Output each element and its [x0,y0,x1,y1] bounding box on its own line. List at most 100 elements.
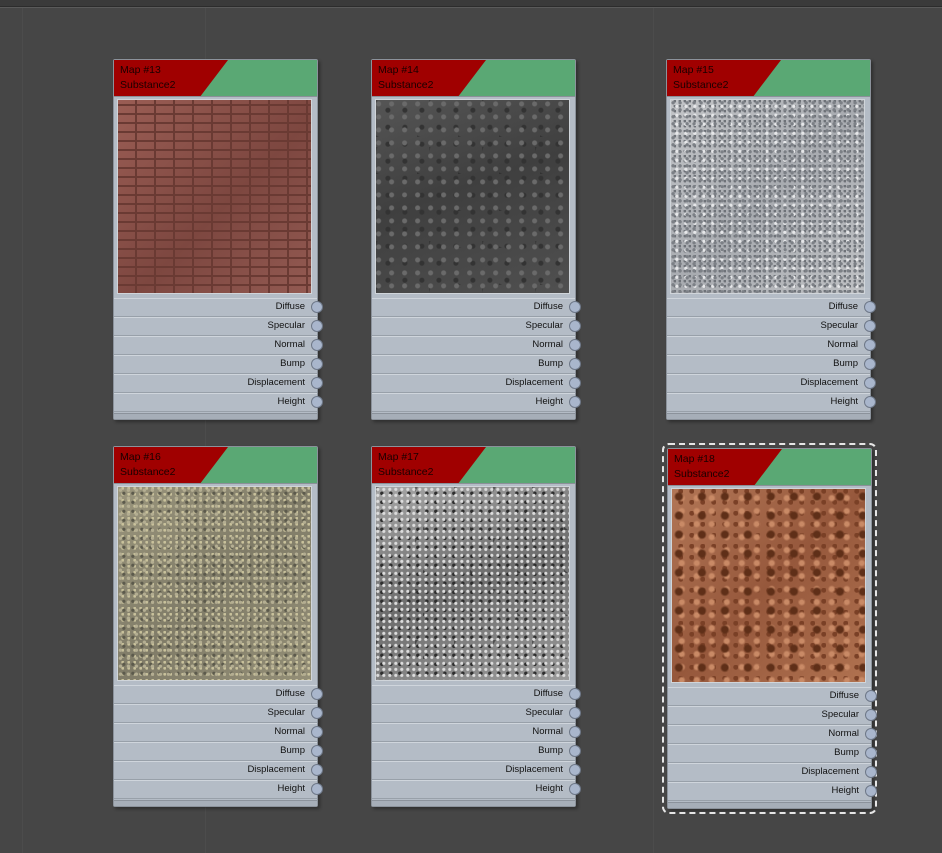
output-slots: Diffuse Specular Normal Bump Displacemen… [372,685,581,800]
substance-map-node[interactable]: Map #16 Substance2 Diffuse Specular Norm… [113,446,323,807]
slot-label: Displacement [247,377,305,388]
output-slot-height: Height [372,393,581,412]
output-port-height[interactable] [865,785,877,797]
canvas-grid-line [653,8,654,853]
node-title: Map #13 [120,64,161,76]
node-footer [114,800,317,806]
slot-label: Displacement [505,377,563,388]
output-port-normal[interactable] [311,339,323,351]
output-port-normal[interactable] [311,726,323,738]
output-slot-diffuse: Diffuse [668,687,877,706]
node-subtitle: Substance2 [673,79,729,91]
node-title: Map #16 [120,451,161,463]
output-slot-diffuse: Diffuse [372,685,581,704]
output-port-displacement[interactable] [865,766,877,778]
output-port-specular[interactable] [569,320,581,332]
output-port-specular[interactable] [864,320,876,332]
node-subtitle: Substance2 [120,466,176,478]
output-port-specular[interactable] [865,709,877,721]
output-slot-bump: Bump [372,355,581,374]
node-header[interactable]: Map #17 Substance2 [372,447,575,484]
slot-label: Specular [525,707,564,718]
output-slots: Diffuse Specular Normal Bump Displacemen… [114,685,323,800]
slot-label: Normal [274,339,305,350]
output-slots: Diffuse Specular Normal Bump Displacemen… [667,298,876,413]
output-port-bump[interactable] [865,747,877,759]
output-port-displacement[interactable] [569,764,581,776]
output-slot-diffuse: Diffuse [372,298,581,317]
output-port-displacement[interactable] [311,377,323,389]
output-port-diffuse[interactable] [865,690,877,702]
output-port-displacement[interactable] [864,377,876,389]
node-header[interactable]: Map #18 Substance2 [668,449,871,486]
output-port-displacement[interactable] [569,377,581,389]
node-header[interactable]: Map #15 Substance2 [667,60,870,97]
output-slot-normal: Normal [668,725,877,744]
substance-map-node[interactable]: Map #15 Substance2 Diffuse Specular Norm… [666,59,876,420]
output-port-specular[interactable] [569,707,581,719]
texture-preview-gravel [117,486,312,681]
output-port-bump[interactable] [864,358,876,370]
output-port-bump[interactable] [311,358,323,370]
slot-label: Height [535,396,563,407]
node-title: Map #18 [674,453,715,465]
output-port-bump[interactable] [569,745,581,757]
output-port-height[interactable] [569,783,581,795]
texture-preview-rock [375,486,570,681]
output-port-bump[interactable] [569,358,581,370]
output-slot-specular: Specular [372,704,581,723]
node-header[interactable]: Map #14 Substance2 [372,60,575,97]
output-port-bump[interactable] [311,745,323,757]
slot-label: Diffuse [829,690,859,701]
node-title: Map #14 [378,64,419,76]
output-port-displacement[interactable] [311,764,323,776]
output-port-diffuse[interactable] [864,301,876,313]
output-slot-diffuse: Diffuse [114,298,323,317]
output-port-diffuse[interactable] [569,688,581,700]
output-slot-height: Height [114,393,323,412]
substance-map-node-selected[interactable]: Map #18 Substance2 Diffuse Specular Norm… [662,443,877,814]
output-port-normal[interactable] [865,728,877,740]
slot-label: Bump [538,745,563,756]
output-port-height[interactable] [569,396,581,408]
slot-label: Bump [280,745,305,756]
output-port-height[interactable] [311,396,323,408]
node-footer [372,413,575,419]
output-slot-bump: Bump [667,355,876,374]
output-port-normal[interactable] [864,339,876,351]
output-slots: Diffuse Specular Normal Bump Displacemen… [114,298,323,413]
output-port-diffuse[interactable] [311,688,323,700]
output-port-specular[interactable] [311,320,323,332]
output-port-height[interactable] [864,396,876,408]
output-port-normal[interactable] [569,726,581,738]
node-footer [114,413,317,419]
output-port-normal[interactable] [569,339,581,351]
output-port-specular[interactable] [311,707,323,719]
slot-label: Diffuse [275,301,305,312]
output-port-diffuse[interactable] [569,301,581,313]
node-subtitle: Substance2 [120,79,176,91]
output-slots: Diffuse Specular Normal Bump Displacemen… [668,687,877,802]
slot-label: Diffuse [828,301,858,312]
slot-label: Height [831,785,859,796]
substance-map-node[interactable]: Map #14 Substance2 Diffuse Specular Norm… [371,59,581,420]
slot-label: Height [830,396,858,407]
slot-label: Displacement [801,766,859,777]
slot-label: Diffuse [275,688,305,699]
output-slot-displacement: Displacement [372,761,581,780]
substance-map-node[interactable]: Map #13 Substance2 Diffuse Specular Norm… [113,59,323,420]
node-header[interactable]: Map #13 Substance2 [114,60,317,97]
slot-label: Height [277,783,305,794]
output-slot-height: Height [114,780,323,799]
slot-label: Bump [538,358,563,369]
texture-preview-asphalt [375,99,570,294]
output-port-height[interactable] [311,783,323,795]
output-slot-specular: Specular [114,317,323,336]
output-port-diffuse[interactable] [311,301,323,313]
node-header[interactable]: Map #16 Substance2 [114,447,317,484]
node-footer [372,800,575,806]
slot-label: Displacement [800,377,858,388]
substance-map-node[interactable]: Map #17 Substance2 Diffuse Specular Norm… [371,446,581,807]
output-slot-normal: Normal [667,336,876,355]
node-subtitle: Substance2 [378,466,434,478]
